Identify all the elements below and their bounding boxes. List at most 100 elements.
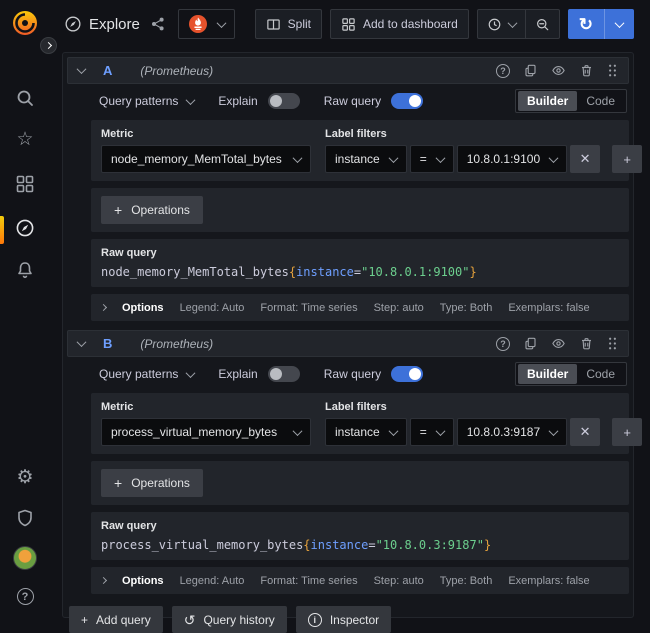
share-icon[interactable]: [150, 16, 166, 32]
admin-shield-icon[interactable]: [0, 508, 50, 528]
filter-operator-select[interactable]: =: [410, 418, 454, 446]
label-filters-label: Label filters: [325, 401, 642, 413]
operations-button[interactable]: + Operations: [101, 196, 203, 224]
close-icon: ✕: [580, 424, 591, 440]
dashboards-icon[interactable]: [0, 174, 50, 194]
query-a-header[interactable]: A (Prometheus) ?: [67, 57, 629, 84]
collapse-chevron-icon[interactable]: [77, 64, 87, 74]
metric-label: Metric: [101, 401, 311, 413]
options-toggle[interactable]: Options: [122, 302, 164, 314]
query-patterns-dropdown[interactable]: Query patterns: [99, 367, 194, 381]
time-picker-button[interactable]: [478, 10, 525, 38]
explore-pane: A (Prometheus) ?: [62, 52, 634, 618]
page-title: Explore: [64, 15, 140, 33]
user-avatar[interactable]: [0, 546, 50, 570]
code-mode-button[interactable]: Code: [577, 364, 624, 384]
options-legend: Legend: Auto: [180, 302, 245, 314]
query-history-button[interactable]: ↺ Query history: [172, 606, 287, 633]
explain-toggle[interactable]: [268, 93, 300, 109]
metric-select[interactable]: node_memory_MemTotal_bytes: [101, 145, 311, 173]
collapse-chevron-icon[interactable]: [77, 337, 87, 347]
options-toggle[interactable]: Options: [122, 575, 164, 587]
query-ref-id: B: [103, 336, 112, 351]
query-editor-row-a: A (Prometheus) ?: [67, 57, 629, 321]
chevron-down-icon: [216, 18, 226, 28]
metric-label: Metric: [101, 128, 311, 140]
explore-compass-icon[interactable]: [0, 218, 50, 238]
metric-select[interactable]: process_virtual_memory_bytes: [101, 418, 311, 446]
duplicate-query-icon[interactable]: [523, 63, 538, 78]
add-to-dashboard-button[interactable]: Add to dashboard: [330, 9, 469, 39]
sidebar-expand-button[interactable]: [40, 37, 57, 54]
run-query-interval-button[interactable]: [605, 9, 634, 39]
chevron-down-icon: [186, 368, 196, 378]
hide-query-eye-icon[interactable]: [551, 336, 566, 351]
help-icon[interactable]: ?: [0, 588, 50, 605]
query-b-raw-query-section: Raw query process_virtual_memory_bytes{i…: [91, 512, 629, 560]
remove-filter-button[interactable]: ✕: [570, 418, 600, 446]
builder-mode-button[interactable]: Builder: [518, 91, 577, 111]
raw-query-toggle[interactable]: [391, 93, 423, 109]
search-icon[interactable]: [0, 88, 50, 108]
query-a-metric-section: Metric node_memory_MemTotal_bytes Label …: [91, 120, 629, 181]
filter-label-select[interactable]: instance: [325, 145, 407, 173]
operations-button[interactable]: + Operations: [101, 469, 203, 497]
raw-query-toggle[interactable]: [391, 366, 423, 382]
add-filter-button[interactable]: +: [612, 418, 642, 446]
inspector-button[interactable]: i Inspector: [296, 606, 391, 633]
query-b-header[interactable]: B (Prometheus) ?: [67, 330, 629, 357]
remove-query-trash-icon[interactable]: [579, 336, 594, 351]
split-button[interactable]: Split: [255, 9, 322, 39]
time-picker-group: [477, 9, 560, 39]
add-query-button[interactable]: + Add query: [69, 606, 163, 633]
zoom-out-button[interactable]: [526, 10, 559, 38]
query-help-icon[interactable]: ?: [496, 337, 510, 351]
alerting-bell-icon[interactable]: [0, 260, 50, 280]
query-help-icon[interactable]: ?: [496, 64, 510, 78]
explore-title-compass-icon: [64, 15, 82, 33]
add-filter-button[interactable]: +: [612, 145, 642, 173]
options-type: Type: Both: [440, 302, 493, 314]
run-query-group: ↻: [568, 9, 634, 39]
explain-toggle[interactable]: [268, 366, 300, 382]
drag-handle-icon[interactable]: [607, 63, 618, 78]
datasource-picker[interactable]: [178, 9, 235, 39]
query-datasource-label: (Prometheus): [140, 337, 213, 351]
remove-query-trash-icon[interactable]: [579, 63, 594, 78]
filter-label-select[interactable]: instance: [325, 418, 407, 446]
filter-value-select[interactable]: 10.8.0.1:9100: [457, 145, 567, 173]
duplicate-query-icon[interactable]: [523, 336, 538, 351]
builder-mode-button[interactable]: Builder: [518, 364, 577, 384]
query-a-toolbar: Query patterns Explain Raw query Builder…: [99, 89, 627, 113]
code-mode-button[interactable]: Code: [577, 91, 624, 111]
chevron-right-icon[interactable]: [100, 577, 107, 584]
query-a-raw-query-section: Raw query node_memory_MemTotal_bytes{ins…: [91, 239, 629, 287]
chevron-down-icon: [388, 426, 398, 436]
query-b-metric-section: Metric process_virtual_memory_bytes Labe…: [91, 393, 629, 454]
query-patterns-dropdown[interactable]: Query patterns: [99, 94, 194, 108]
dashboard-grid-icon: [341, 17, 356, 32]
options-step: Step: auto: [374, 575, 424, 587]
explain-toggle-label: Explain: [218, 367, 257, 381]
chevron-down-icon: [435, 153, 445, 163]
query-ref-id: A: [103, 63, 112, 78]
chevron-down-icon: [388, 153, 398, 163]
hide-query-eye-icon[interactable]: [551, 63, 566, 78]
close-icon: ✕: [580, 151, 591, 167]
drag-handle-icon[interactable]: [607, 336, 618, 351]
chevron-right-icon[interactable]: [100, 304, 107, 311]
split-icon: [266, 17, 281, 32]
grafana-logo-icon[interactable]: [11, 9, 39, 37]
starred-icon[interactable]: ☆: [0, 130, 50, 150]
chevron-down-icon: [186, 95, 196, 105]
raw-query-code: process_virtual_memory_bytes{instance="1…: [101, 538, 619, 552]
settings-gear-icon[interactable]: ⚙: [0, 468, 50, 488]
chevron-down-icon: [615, 18, 625, 28]
filter-value-select[interactable]: 10.8.0.3:9187: [457, 418, 567, 446]
topbar: Explore Split Add to dash: [50, 0, 650, 48]
query-a-operations-section: + Operations: [91, 188, 629, 232]
filter-operator-select[interactable]: =: [410, 145, 454, 173]
raw-query-toggle-label: Raw query: [324, 94, 381, 108]
remove-filter-button[interactable]: ✕: [570, 145, 600, 173]
run-query-button[interactable]: ↻: [568, 9, 604, 39]
